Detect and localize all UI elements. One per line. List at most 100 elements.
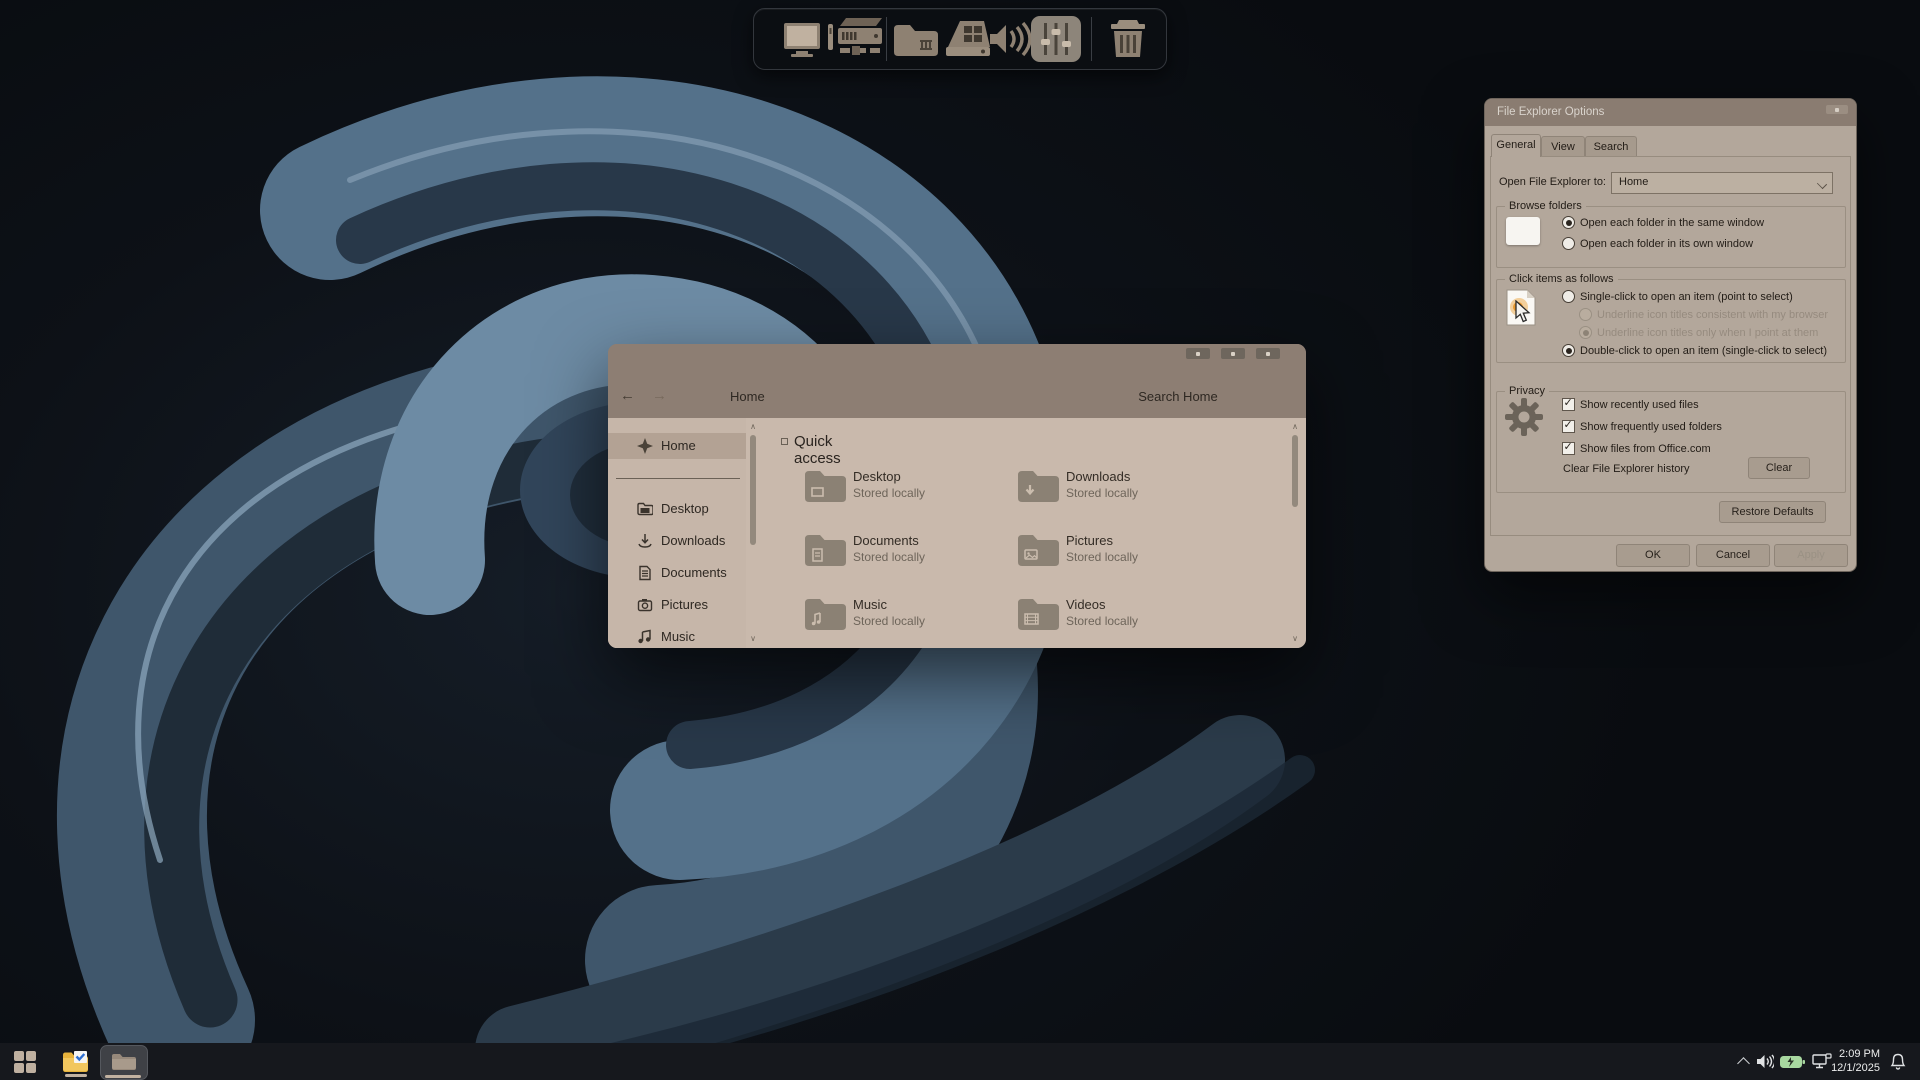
top-dock	[753, 8, 1167, 70]
radio-icon	[1562, 290, 1575, 303]
sidebar-item-music[interactable]: Music	[608, 624, 746, 648]
sidebar-scrollbar[interactable]: ∧ ∨	[748, 423, 758, 643]
open-to-label: Open File Explorer to:	[1499, 176, 1606, 188]
scroll-up-icon[interactable]: ∧	[748, 423, 758, 431]
clear-history-label: Clear File Explorer history	[1563, 463, 1690, 475]
folder-music-icon	[803, 596, 848, 639]
radio-underline-point: Underline icon titles only when I point …	[1579, 326, 1818, 340]
chevron-down-icon	[1816, 178, 1828, 190]
scroll-down-icon[interactable]: ∨	[748, 635, 758, 643]
minimize-button[interactable]	[1186, 348, 1210, 359]
checkbox-icon	[1562, 441, 1575, 455]
checkbox-office-files[interactable]: Show files from Office.com	[1562, 441, 1711, 456]
address-location[interactable]: Home	[730, 389, 765, 404]
dock-pc-tower-icon[interactable]	[826, 9, 884, 69]
cancel-button[interactable]: Cancel	[1696, 544, 1770, 567]
folder-videos-icon	[1016, 596, 1061, 639]
gear-icon	[1503, 396, 1545, 441]
dialog-close-icon[interactable]	[1826, 105, 1848, 114]
dock-computer-monitor-icon[interactable]	[780, 9, 826, 69]
tile-pictures[interactable]: Pictures Stored locally	[1016, 530, 1222, 586]
restore-defaults-button[interactable]: Restore Defaults	[1719, 501, 1826, 523]
forward-arrow-icon[interactable]: →	[652, 387, 667, 404]
tile-documents[interactable]: Documents Stored locally	[803, 530, 1009, 586]
dock-drive-windows-icon[interactable]	[940, 9, 992, 69]
radio-icon	[1579, 308, 1592, 321]
file-explorer-options-dialog: File Explorer Options General View Searc…	[1484, 98, 1857, 572]
mouse-cursor	[1515, 299, 1532, 329]
dock-folder-icon[interactable]	[890, 9, 942, 69]
download-icon	[637, 533, 653, 549]
start-button[interactable]	[12, 1043, 38, 1080]
tab-general[interactable]: General	[1491, 134, 1541, 157]
volume-icon[interactable]	[1756, 1054, 1774, 1069]
radio-icon	[1579, 326, 1592, 339]
dock-speaker-icon[interactable]	[988, 9, 1032, 69]
display-device-icon[interactable]	[1812, 1053, 1832, 1071]
taskbar: 2:09 PM 12/1/2025	[0, 1043, 1920, 1080]
sidebar-item-downloads[interactable]: Downloads	[608, 528, 746, 554]
tab-search[interactable]: Search	[1585, 136, 1637, 157]
checkbox-recent-files[interactable]: Show recently used files	[1562, 397, 1699, 412]
radio-same-window[interactable]: Open each folder in the same window	[1562, 216, 1764, 230]
expand-marker-icon[interactable]	[781, 438, 788, 445]
folder-downloads-icon	[1016, 468, 1061, 511]
folder-pictures-icon	[1016, 532, 1061, 575]
dialog-title: File Explorer Options	[1497, 106, 1605, 118]
app-active-indicator	[105, 1075, 141, 1078]
apply-button: Apply	[1774, 544, 1848, 567]
scroll-up-icon[interactable]: ∧	[1290, 423, 1300, 431]
taskbar-file-explorer-button[interactable]	[100, 1045, 148, 1080]
radio-underline-consistent: Underline icon titles consistent with my…	[1579, 308, 1828, 322]
maximize-button[interactable]	[1221, 348, 1245, 359]
ok-button[interactable]: OK	[1616, 544, 1690, 567]
tile-videos[interactable]: Videos Stored locally	[1016, 594, 1222, 650]
search-box[interactable]: Search Home	[1113, 389, 1243, 404]
folder-window-icon	[1506, 217, 1540, 245]
radio-icon	[1562, 216, 1575, 229]
tray-date: 12/1/2025	[1831, 1062, 1880, 1074]
tile-desktop[interactable]: Desktop Stored locally	[803, 466, 1009, 522]
notifications-bell-icon[interactable]	[1890, 1053, 1906, 1070]
folder-documents-icon	[803, 532, 848, 575]
dock-divider	[1091, 17, 1092, 61]
home-icon	[637, 438, 653, 454]
scroll-down-icon[interactable]: ∨	[1290, 635, 1300, 643]
checkbox-frequent-folders[interactable]: Show frequently used folders	[1562, 419, 1722, 434]
tile-downloads[interactable]: Downloads Stored locally	[1016, 466, 1222, 522]
scrollbar-thumb[interactable]	[750, 435, 756, 545]
sidebar-item-home[interactable]: Home	[608, 433, 746, 459]
battery-charging-icon[interactable]	[1779, 1054, 1805, 1070]
close-button[interactable]	[1256, 348, 1280, 359]
checkbox-icon	[1562, 397, 1575, 411]
scrollbar-thumb[interactable]	[1292, 435, 1298, 507]
content-scrollbar[interactable]: ∧ ∨	[1290, 423, 1300, 643]
taskbar-clock[interactable]: 2:09 PM 12/1/2025	[1831, 1047, 1880, 1075]
sidebar-separator	[616, 478, 740, 479]
radio-icon	[1562, 344, 1575, 357]
sidebar-item-pictures[interactable]: Pictures	[608, 592, 746, 618]
desktop: ← → Home Search Home Home Desktop Downlo…	[0, 0, 1920, 1080]
dock-divider	[886, 17, 887, 61]
dock-mixer-icon[interactable]	[1031, 9, 1081, 69]
start-icon	[14, 1050, 36, 1073]
camera-icon	[637, 597, 653, 613]
dock-trash-icon[interactable]	[1102, 9, 1154, 69]
app-active-indicator	[65, 1074, 87, 1077]
radio-double-click[interactable]: Double-click to open an item (single-cli…	[1562, 344, 1827, 358]
hidden-icons-chevron[interactable]	[1737, 1057, 1750, 1070]
sidebar-item-desktop[interactable]: Desktop	[608, 496, 746, 522]
radio-own-window[interactable]: Open each folder in its own window	[1562, 237, 1753, 251]
clear-button[interactable]: Clear	[1748, 457, 1810, 479]
open-to-dropdown[interactable]: Home	[1611, 172, 1833, 194]
back-arrow-icon[interactable]: ←	[620, 387, 635, 404]
sidebar-item-documents[interactable]: Documents	[608, 560, 746, 586]
radio-single-click[interactable]: Single-click to open an item (point to s…	[1562, 290, 1793, 304]
tile-music[interactable]: Music Stored locally	[803, 594, 1009, 650]
desktop-folder-icon	[637, 501, 654, 517]
tray-time: 2:09 PM	[1839, 1048, 1880, 1060]
explorer-titlebar[interactable]: ← → Home Search Home	[608, 344, 1306, 418]
dialog-titlebar[interactable]: File Explorer Options	[1485, 99, 1856, 126]
tab-view[interactable]: View	[1541, 136, 1585, 157]
document-icon	[637, 565, 653, 581]
